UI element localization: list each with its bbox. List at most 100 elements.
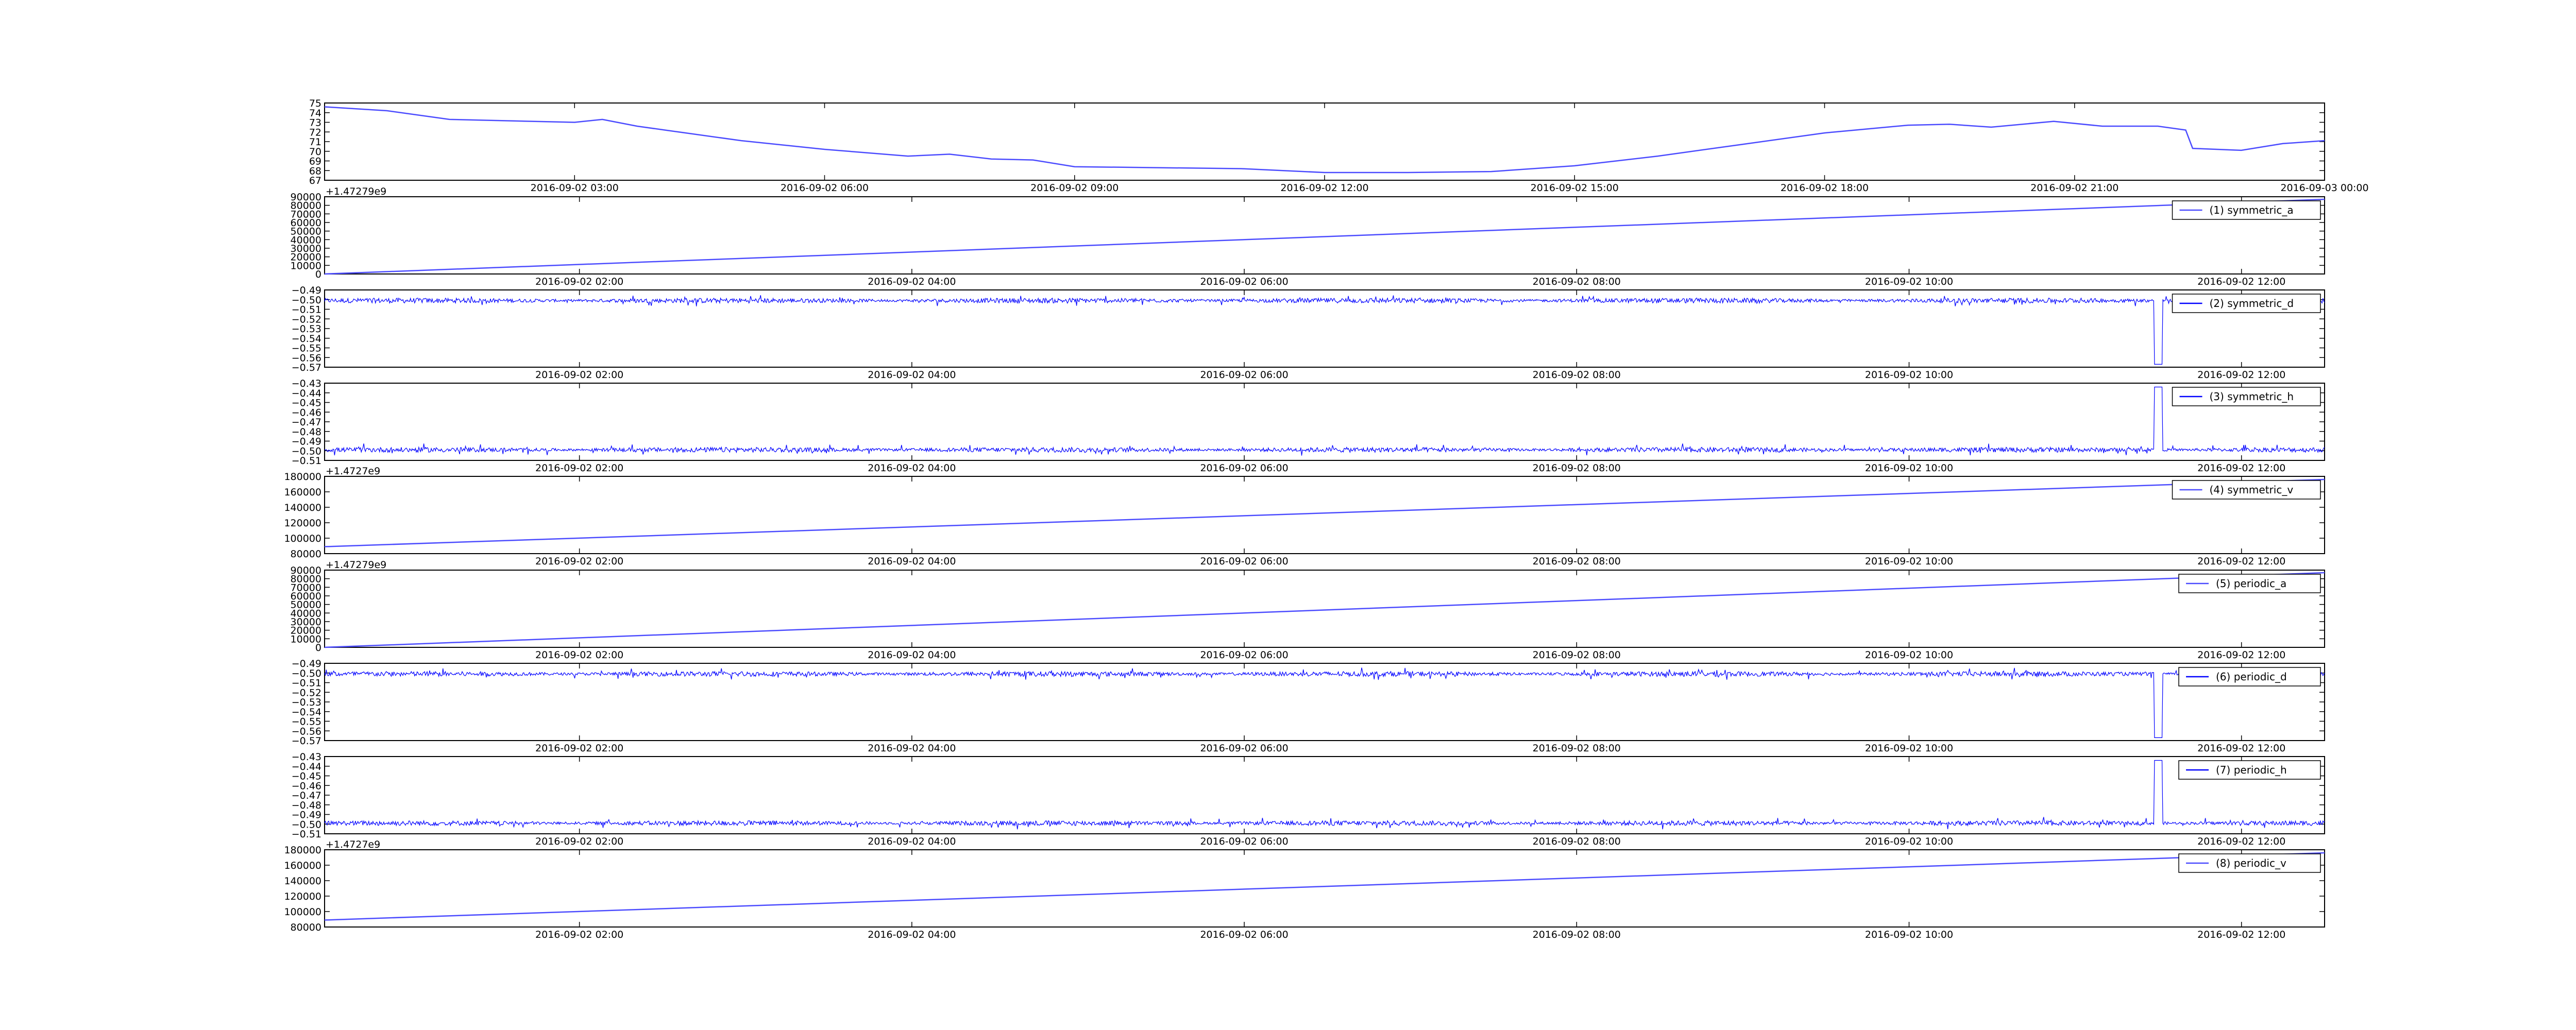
y-tick-label: 160000 — [284, 487, 321, 498]
legend-label: (1) symmetric_a — [2210, 204, 2294, 216]
x-tick-label: 2016-09-02 04:00 — [868, 462, 956, 474]
subplot-6: 9000080000700006000050000400003000020000… — [291, 559, 2325, 661]
legend: (5) periodic_a — [2178, 574, 2321, 593]
x-tick-label: 2016-09-02 10:00 — [1865, 929, 1953, 940]
axis-offset-text: +1.47279e9 — [326, 559, 386, 571]
y-tick-label: 140000 — [284, 502, 321, 513]
legend-label: (4) symmetric_v — [2210, 484, 2294, 496]
axis-offset-text: +1.4727e9 — [326, 466, 380, 477]
x-tick-label: 2016-09-02 02:00 — [535, 276, 623, 287]
y-tick-label: −0.57 — [292, 735, 321, 747]
legend: (4) symmetric_v — [2172, 480, 2321, 500]
x-tick-label: 2016-09-02 10:00 — [1865, 556, 1953, 567]
x-tick-label: 2016-09-02 06:00 — [1200, 462, 1288, 474]
x-tick-label: 2016-09-02 06:00 — [1200, 836, 1288, 847]
legend: (8) periodic_v — [2178, 853, 2321, 873]
subplot-4: −0.43−0.44−0.45−0.46−0.47−0.48−0.49−0.50… — [292, 378, 2325, 474]
y-tick-label: 180000 — [284, 471, 321, 483]
y-tick-label: 0 — [315, 269, 321, 280]
x-tick-label: 2016-09-02 04:00 — [868, 276, 956, 287]
x-tick-label: 2016-09-02 02:00 — [535, 462, 623, 474]
x-tick-label: 2016-09-02 06:00 — [1200, 743, 1288, 754]
x-tick-label: 2016-09-02 10:00 — [1865, 836, 1953, 847]
y-tick-label: 67 — [309, 175, 321, 186]
x-tick-label: 2016-09-02 02:00 — [535, 929, 623, 940]
x-tick-label: 2016-09-02 12:00 — [2197, 836, 2285, 847]
x-tick-label: 2016-09-02 12:00 — [2197, 649, 2285, 661]
x-tick-label: 2016-09-02 12:00 — [2197, 276, 2285, 287]
x-tick-label: 2016-09-02 04:00 — [868, 556, 956, 567]
y-tick-label: 120000 — [284, 518, 321, 529]
x-tick-label: 2016-09-02 04:00 — [868, 836, 956, 847]
legend-label: (7) periodic_h — [2216, 764, 2287, 776]
x-tick-label: 2016-09-02 06:00 — [1200, 649, 1288, 661]
subplot-2: 9000080000700006000050000400003000020000… — [291, 186, 2325, 287]
x-tick-label: 2016-09-02 10:00 — [1865, 649, 1953, 661]
legend-label: (5) periodic_a — [2216, 577, 2286, 590]
y-tick-label: 140000 — [284, 876, 321, 887]
x-tick-label: 2016-09-02 08:00 — [1533, 556, 1621, 567]
x-tick-label: 2016-09-02 10:00 — [1865, 743, 1953, 754]
x-tick-label: 2016-09-02 06:00 — [781, 182, 869, 194]
x-tick-label: 2016-09-02 08:00 — [1533, 276, 1621, 287]
x-tick-label: 2016-09-02 02:00 — [535, 649, 623, 661]
x-tick-label: 2016-09-02 12:00 — [2197, 369, 2285, 381]
subplot-3: −0.49−0.50−0.51−0.52−0.53−0.54−0.55−0.56… — [292, 285, 2325, 381]
x-tick-label: 2016-09-02 02:00 — [535, 836, 623, 847]
x-tick-label: 2016-09-02 06:00 — [1200, 929, 1288, 940]
legend: (1) symmetric_a — [2172, 200, 2321, 220]
legend-label: (8) periodic_v — [2216, 857, 2286, 869]
x-tick-label: 2016-09-02 02:00 — [535, 369, 623, 381]
x-tick-label: 2016-09-02 10:00 — [1865, 369, 1953, 381]
x-tick-label: 2016-09-02 12:00 — [1280, 182, 1368, 194]
y-tick-label: 120000 — [284, 891, 321, 902]
legend: (3) symmetric_h — [2172, 387, 2321, 406]
x-tick-label: 2016-09-02 08:00 — [1533, 462, 1621, 474]
subplot-9: 180000 160000 140000 120000 100000 80000 2016-… — [284, 839, 2325, 940]
x-tick-label: 2016-09-02 03:00 — [531, 182, 619, 194]
y-tick-label: 80000 — [291, 922, 321, 933]
legend: (6) periodic_d — [2178, 667, 2321, 686]
x-tick-label: 2016-09-02 15:00 — [1531, 182, 1619, 194]
x-tick-label: 2016-09-02 06:00 — [1200, 556, 1288, 567]
x-tick-label: 2016-09-02 12:00 — [2197, 462, 2285, 474]
x-tick-label: 2016-09-02 12:00 — [2197, 929, 2285, 940]
axis-offset-text: +1.4727e9 — [326, 839, 380, 850]
axis-offset-text: +1.47279e9 — [326, 186, 386, 197]
y-tick-label: 100000 — [284, 906, 321, 918]
legend-label: (6) periodic_d — [2216, 671, 2287, 683]
x-tick-label: 2016-09-02 21:00 — [2030, 182, 2119, 194]
x-tick-label: 2016-09-02 08:00 — [1533, 929, 1621, 940]
y-tick-label: 100000 — [284, 533, 321, 544]
axes-frame — [324, 102, 2325, 181]
legend: (2) symmetric_d — [2172, 294, 2321, 313]
x-tick-label: 2016-09-02 02:00 — [535, 743, 623, 754]
x-tick-label: 2016-09-02 06:00 — [1200, 276, 1288, 287]
x-tick-label: 2016-09-02 18:00 — [1781, 182, 1869, 194]
subplot-5: 180000 160000 140000 120000 100000 80000 2016-… — [284, 466, 2325, 567]
axes-frame — [324, 663, 2325, 741]
y-tick-label: 0 — [315, 642, 321, 654]
x-tick-label: 2016-09-02 02:00 — [535, 556, 623, 567]
axes-frame — [324, 476, 2325, 554]
x-tick-label: 2016-09-02 04:00 — [868, 649, 956, 661]
legend: (7) periodic_h — [2178, 760, 2321, 780]
x-tick-label: 2016-09-02 04:00 — [868, 743, 956, 754]
y-tick-label: 160000 — [284, 860, 321, 871]
axes-frame — [324, 849, 2325, 928]
subplot-1: 7574737271706968672016-09-02 03:00 2016-0… — [309, 98, 2369, 194]
legend-label: (3) symmetric_h — [2210, 390, 2294, 403]
x-tick-label: 2016-09-02 12:00 — [2197, 556, 2285, 567]
x-tick-label: 2016-09-02 08:00 — [1533, 836, 1621, 847]
x-tick-label: 2016-09-03 00:00 — [2280, 182, 2368, 194]
x-tick-label: 2016-09-02 09:00 — [1030, 182, 1118, 194]
x-tick-label: 2016-09-02 04:00 — [868, 369, 956, 381]
x-tick-label: 2016-09-02 08:00 — [1533, 369, 1621, 381]
figure: 7574737271706968672016-09-02 03:00 2016-0… — [284, 98, 2369, 940]
x-tick-label: 2016-09-02 04:00 — [868, 929, 956, 940]
y-tick-label: −0.51 — [292, 829, 321, 840]
x-tick-label: 2016-09-02 08:00 — [1533, 743, 1621, 754]
subplot-8: −0.43−0.44−0.45−0.46−0.47−0.48−0.49−0.50… — [292, 751, 2325, 847]
y-tick-label: 180000 — [284, 845, 321, 856]
y-tick-label: −0.57 — [292, 362, 321, 373]
